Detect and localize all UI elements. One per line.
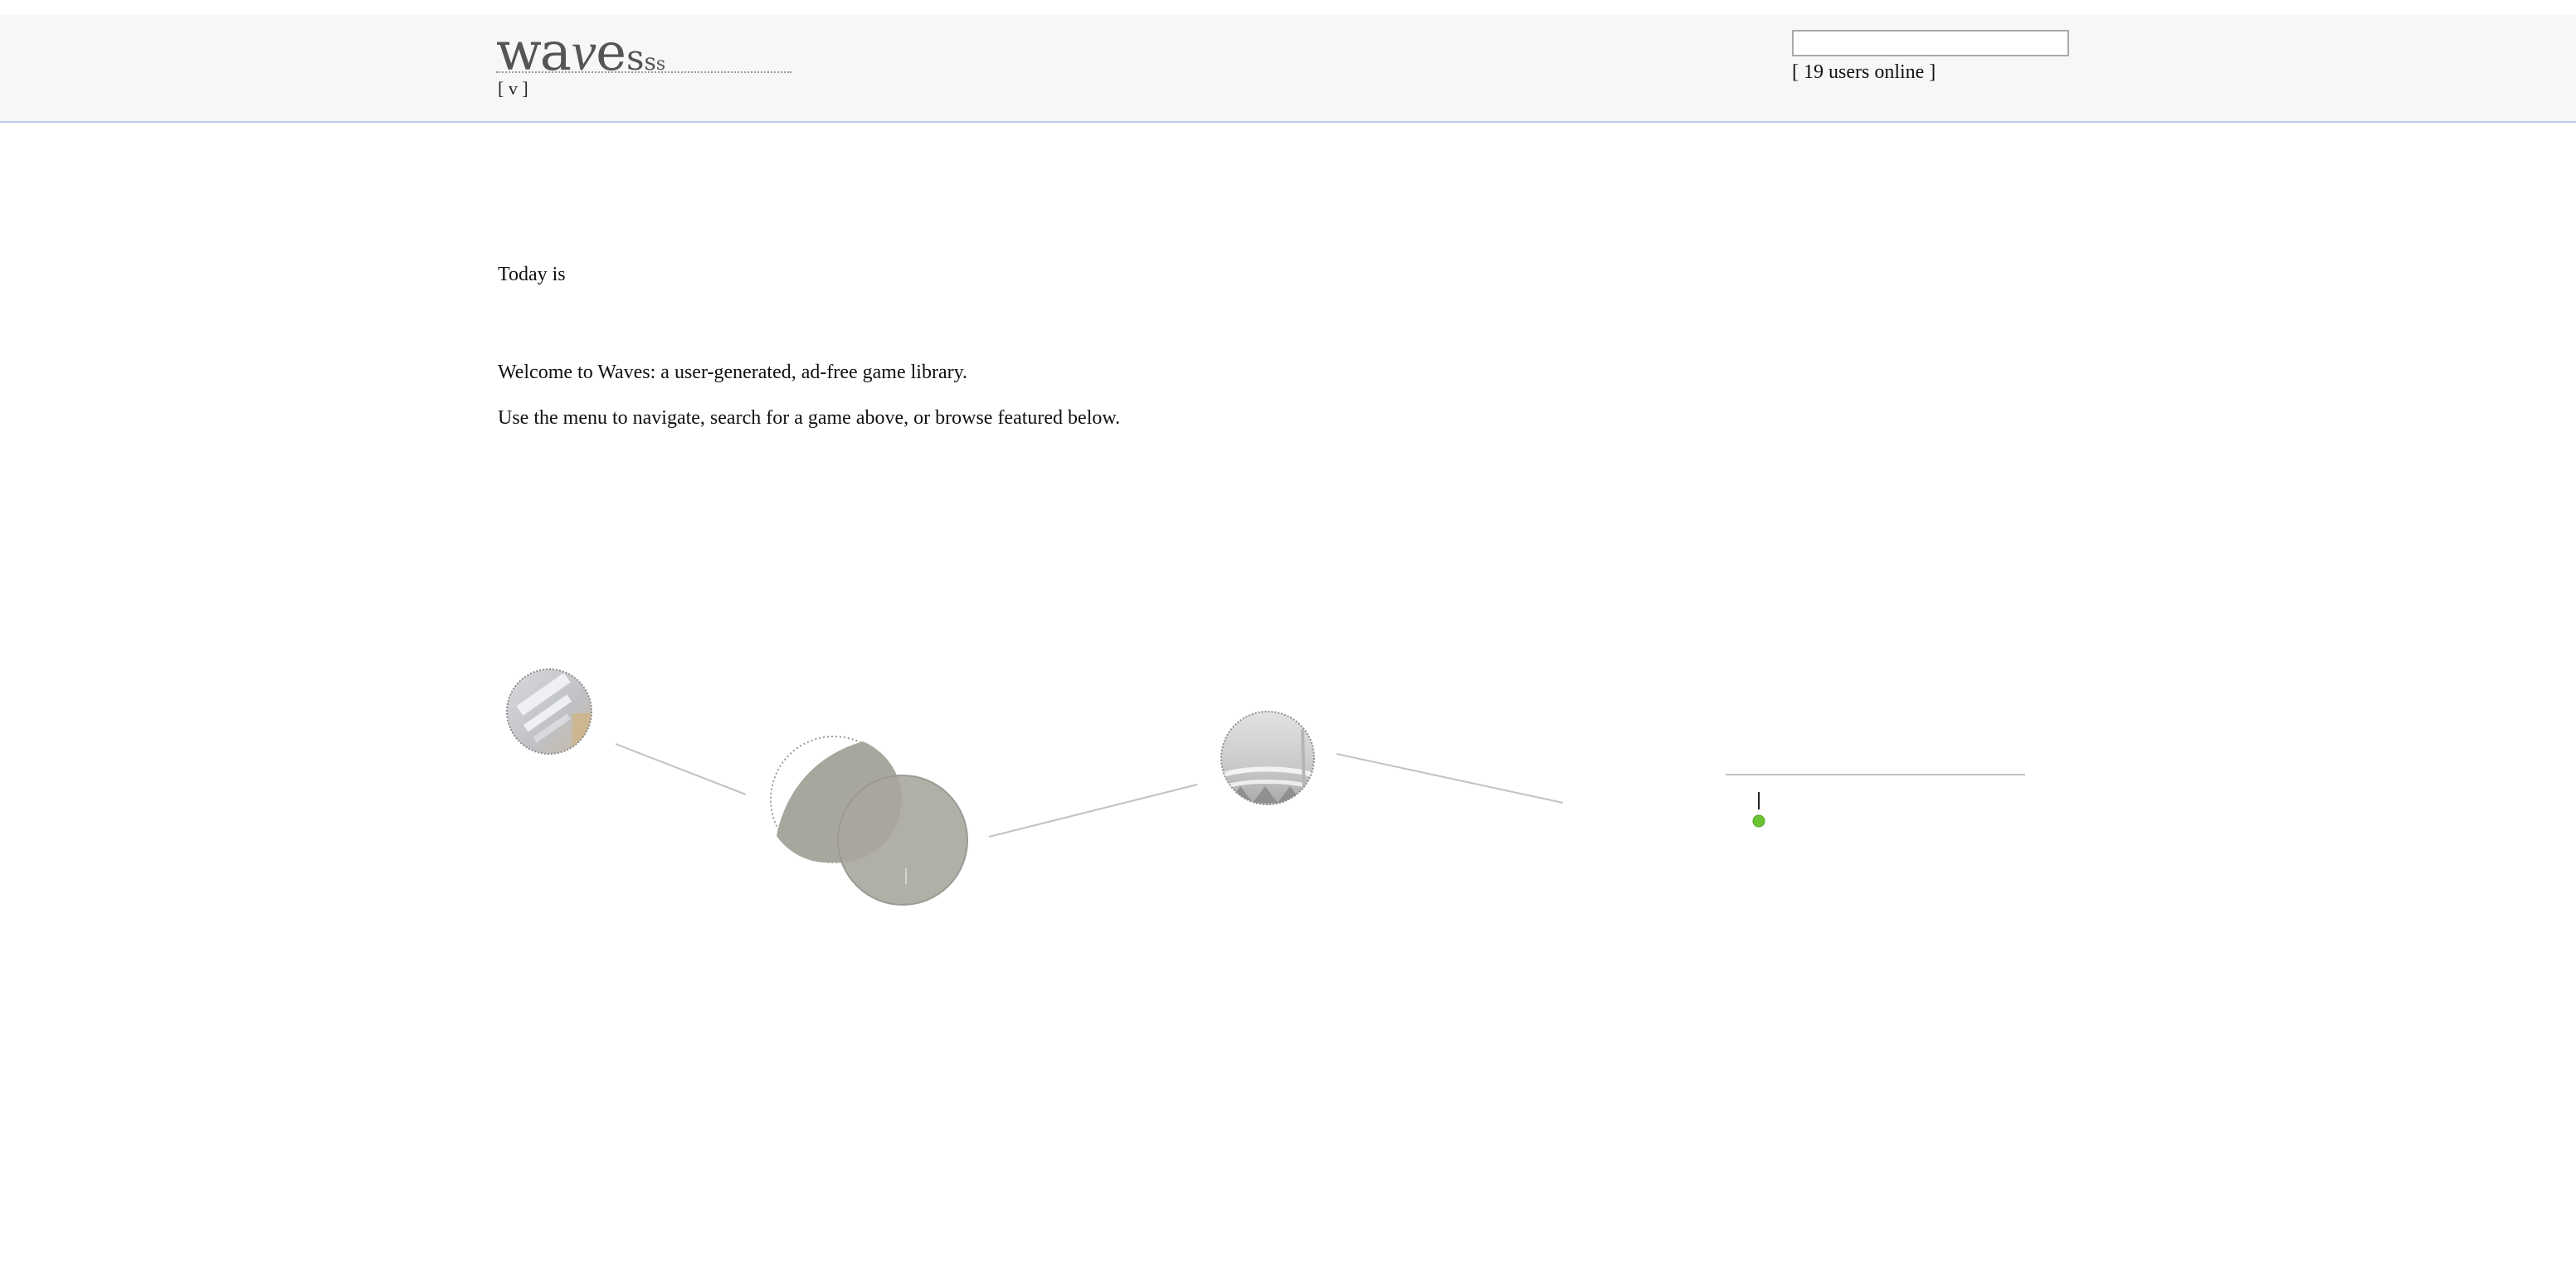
search-input[interactable] xyxy=(1792,30,2069,56)
loading-indicator xyxy=(1752,792,1765,828)
today-label: Today is xyxy=(498,264,566,285)
logo-letter-e: e xyxy=(596,22,626,82)
menu-toggle-button[interactable]: [ v ] xyxy=(498,78,528,100)
featured-games xyxy=(506,668,2025,906)
connector-line xyxy=(615,743,747,795)
featured-game-tile-3[interactable] xyxy=(1220,711,1315,805)
users-online-count: [ 19 users online ] xyxy=(1792,61,1936,83)
site-header: wavesss [ v ] [ 19 users online ] xyxy=(0,15,2576,123)
site-logo[interactable]: wavesss xyxy=(496,22,665,82)
featured-game-tile-1[interactable] xyxy=(506,668,597,755)
logo-underline xyxy=(496,71,791,73)
instructions-text: Use the menu to navigate, search for a g… xyxy=(498,407,1121,429)
connector-line xyxy=(988,784,1198,838)
online-status-dot xyxy=(1752,814,1765,828)
featured-game-tile-2[interactable] xyxy=(770,736,968,906)
welcome-text: Welcome to Waves: a user-generated, ad-f… xyxy=(498,362,968,383)
connector-line xyxy=(1336,753,1564,804)
